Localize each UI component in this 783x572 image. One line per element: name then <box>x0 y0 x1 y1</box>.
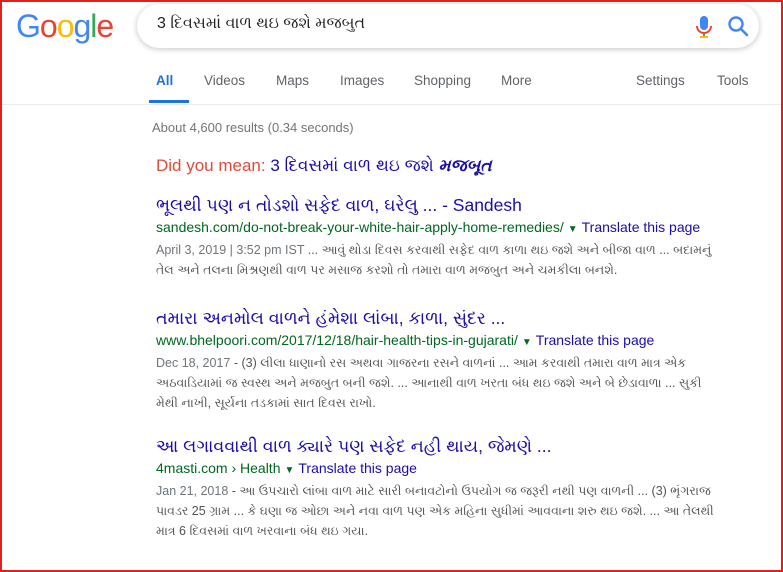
result-url-text: www.bhelpoori.com/2017/12/18/hair-health… <box>156 332 518 348</box>
logo-letter: g <box>73 8 91 44</box>
snippet-line: ... આવું થોડા દિવસ કરવાથી સફેદ વાળ કાળા … <box>304 243 712 257</box>
result-url: www.bhelpoori.com/2017/12/18/hair-health… <box>156 330 756 353</box>
logo-letter: o <box>39 8 58 44</box>
result-snippet: Dec 18, 2017 - (3) લીલા ધાણાનો રસ અથવા ગ… <box>156 353 756 413</box>
result-stats: About 4,600 results (0.34 seconds) <box>152 120 354 135</box>
translate-link[interactable]: Translate this page <box>536 332 655 348</box>
result-url-text: sandesh.com/do-not-break-your-white-hair… <box>156 219 564 235</box>
search-result: તમારા અનમોલ વાળને હંમેશા લાંબા, કાળા, સુ… <box>156 306 756 413</box>
snippet-line: - (3) લીલા ધાણાનો રસ અથવા ગાજરના રસને વા… <box>230 356 687 370</box>
did-you-mean: Did you mean: 3 દિવસમાં વાળ થઇ જશે મજબૂત <box>156 156 492 176</box>
search-result: આ લગાવવાથી વાળ ક્યારે પણ સફેદ નહી થાય, જ… <box>156 434 756 541</box>
logo-letter: e <box>96 8 114 44</box>
microphone-icon[interactable] <box>693 15 715 39</box>
result-title-link[interactable]: આ લગાવવાથી વાળ ક્યારે પણ સફેદ નહી થાય, જ… <box>156 434 756 458</box>
result-url: 4masti.com › Health ▼ Translate this page <box>156 458 756 481</box>
result-url-text: 4masti.com › Health <box>156 460 281 476</box>
snippet-line: અઠવાડિયામાં જ સ્વસ્થ અને મજબુત બની જશે. … <box>156 376 702 390</box>
tab-more[interactable]: More <box>501 73 532 88</box>
result-snippet: Jan 21, 2018 - આ ઉપચારો લાંબા વાળ માટે સ… <box>156 481 756 541</box>
tab-settings[interactable]: Settings <box>636 73 685 88</box>
snippet-line: તેલ અને તલના મિશ્રણથી વાળ પર મસાજ કરશો ત… <box>156 263 618 277</box>
search-icon[interactable] <box>727 15 749 37</box>
logo-letter: o <box>56 8 75 44</box>
result-title-link[interactable]: ભૂલથી પણ ન તોડશો સફેદ વાળ, ઘરેલુ ... - S… <box>156 193 756 217</box>
active-tab-indicator <box>149 100 189 103</box>
result-title-link[interactable]: તમારા અનમોલ વાળને હંમેશા લાંબા, કાળા, સુ… <box>156 306 756 330</box>
google-logo[interactable]: Google <box>16 8 114 45</box>
did-you-mean-link[interactable]: 3 દિવસમાં વાળ થઇ જશે મજબૂત <box>270 156 491 175</box>
snippet-line: પાવડર 25 ગ્રામ ... કે ઘણા જ ઓછા અને નવા … <box>156 504 714 518</box>
caret-down-icon[interactable]: ▼ <box>568 224 578 235</box>
tab-tools[interactable]: Tools <box>717 73 749 88</box>
did-you-mean-bold: મજબૂત <box>438 156 492 175</box>
translate-link[interactable]: Translate this page <box>582 219 701 235</box>
search-box[interactable]: 3 દિવસમાં વાળ થઇ જશે મજબુત <box>137 4 759 48</box>
tab-maps[interactable]: Maps <box>276 73 309 88</box>
caret-down-icon[interactable]: ▼ <box>284 465 294 476</box>
snippet-line: મેથી નાખી, સૂર્યના તડકામાં સાત દિવસ રાખો… <box>156 396 376 410</box>
did-you-mean-label: Did you mean: <box>156 156 266 175</box>
did-you-mean-plain: 3 દિવસમાં વાળ થઇ જશે <box>270 156 434 175</box>
tab-videos[interactable]: Videos <box>204 73 245 88</box>
tab-images[interactable]: Images <box>340 73 384 88</box>
result-date: April 3, 2019 | 3:52 pm IST <box>156 243 305 257</box>
tab-shopping[interactable]: Shopping <box>414 73 471 88</box>
google-logo-text: Google <box>16 8 114 44</box>
search-tabs: All Videos Maps Images Shopping More Set… <box>0 73 783 103</box>
snippet-line: માત્ર 6 દિવસમાં વાળ ખરવાના બંધ થઇ ગયા. <box>156 524 369 538</box>
search-result: ભૂલથી પણ ન તોડશો સફેદ વાળ, ઘરેલુ ... - S… <box>156 193 756 280</box>
snippet-line: - આ ઉપચારો લાંબા વાળ માટે સારી બનાવટોનો … <box>228 484 711 498</box>
caret-down-icon[interactable]: ▼ <box>522 337 532 348</box>
search-input[interactable]: 3 દિવસમાં વાળ થઇ જશે મજબુત <box>157 15 365 33</box>
result-url: sandesh.com/do-not-break-your-white-hair… <box>156 217 756 240</box>
translate-link[interactable]: Translate this page <box>298 460 417 476</box>
tabs-divider <box>0 104 783 105</box>
result-snippet: April 3, 2019 | 3:52 pm IST ... આવું થોડ… <box>156 240 756 280</box>
result-date: Dec 18, 2017 <box>156 356 231 370</box>
logo-letter: G <box>16 8 41 44</box>
tab-all[interactable]: All <box>156 73 173 88</box>
result-date: Jan 21, 2018 <box>156 484 229 498</box>
